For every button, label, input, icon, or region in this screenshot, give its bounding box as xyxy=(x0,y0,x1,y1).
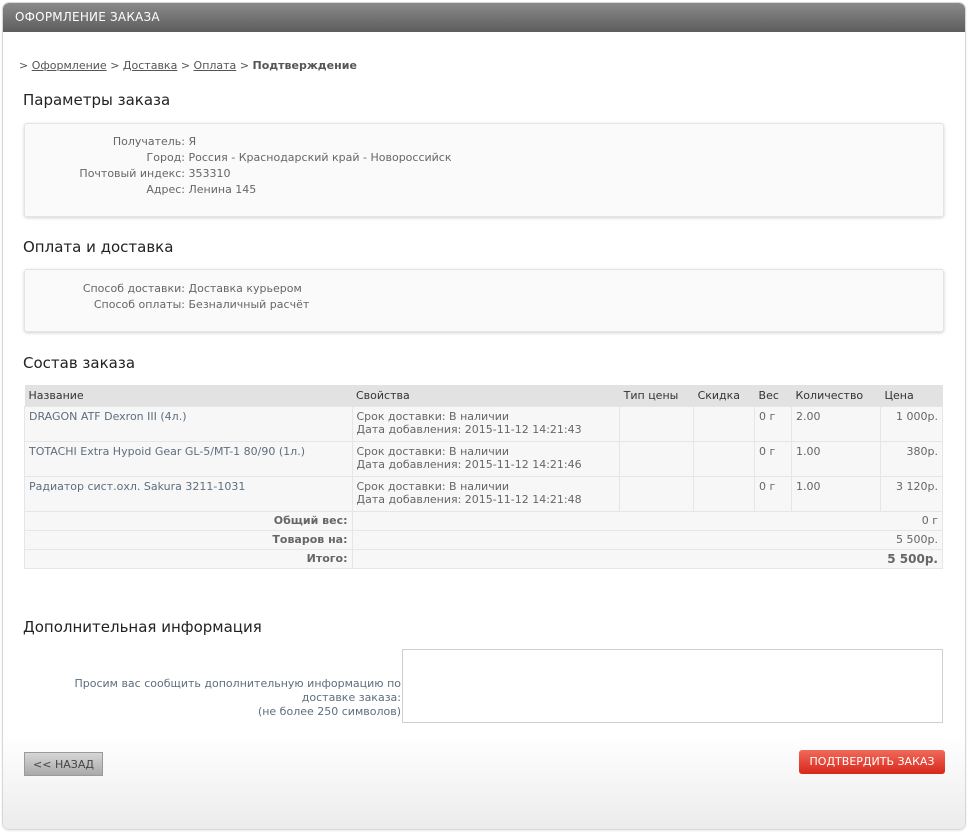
item-weight: 0 г xyxy=(754,441,792,477)
item-quantity: 1.00 xyxy=(791,441,881,477)
param-label: Город: xyxy=(146,151,185,164)
param-label: Почтовый индекс: xyxy=(79,167,185,180)
col-header-price-type: Тип цены xyxy=(619,385,694,407)
item-quantity: 1.00 xyxy=(791,476,881,512)
param-row-recipient: Получатель: Я xyxy=(25,135,196,148)
extra-info-textarea[interactable] xyxy=(402,649,943,723)
summary-row-total: Итого: 5 500р. xyxy=(24,549,943,569)
item-price-type xyxy=(619,406,695,442)
item-price-type xyxy=(619,476,695,512)
bottom-gradient xyxy=(3,734,965,829)
item-quantity: 2.00 xyxy=(791,406,881,442)
panel-header: ОФОРМЛЕНИЕ ЗАКАЗА xyxy=(3,3,965,32)
extra-info-label: Просим вас сообщить дополнительную инфор… xyxy=(21,677,401,719)
breadcrumb-step-payment[interactable]: Оплата xyxy=(194,59,237,72)
item-name: DRAGON ATF Dexron III (4л.) xyxy=(24,406,353,442)
item-delivery-term: Срок доставки: В наличии xyxy=(356,480,510,493)
summary-label: Итого: xyxy=(24,549,353,569)
item-price: 3 120р. xyxy=(879,476,944,512)
payment-value: Доставка курьером xyxy=(188,282,302,295)
section-title-payment: Оплата и доставка xyxy=(23,238,174,256)
item-name: TOTACHI Extra Hypoid Gear GL-5/MT-1 80/9… xyxy=(24,441,353,477)
extra-info-label-line1: Просим вас сообщить дополнительную инфор… xyxy=(74,677,401,704)
item-discount xyxy=(693,476,756,512)
item-delivery-term: Срок доставки: В наличии xyxy=(356,445,510,458)
param-row-city: Город: Россия - Краснодарский край - Нов… xyxy=(25,151,452,164)
payment-label: Способ оплаты: xyxy=(93,298,185,311)
summary-label: Общий вес: xyxy=(24,511,353,531)
params-box: Получатель: Я Город: Россия - Краснодарс… xyxy=(24,123,944,217)
item-properties: Срок доставки: В наличии Дата добавления… xyxy=(351,441,621,477)
breadcrumb-separator: > xyxy=(180,59,191,72)
item-date-added: Дата добавления: 2015-11-12 14:21:46 xyxy=(356,458,582,471)
checkout-panel: ОФОРМЛЕНИЕ ЗАКАЗА > Оформление > Доставк… xyxy=(2,2,966,830)
item-price-type xyxy=(619,441,695,477)
table-row: Радиатор сист.охл. Sakura 3211-1031 Срок… xyxy=(24,476,944,512)
col-header-weight: Вес xyxy=(754,385,792,407)
summary-row-goods: Товаров на: 5 500р. xyxy=(24,530,943,550)
back-button[interactable]: << НАЗАД xyxy=(24,752,103,776)
item-price: 380р. xyxy=(879,441,944,477)
table-header-row: Название Свойства Тип цены Скидка Вес Ко… xyxy=(24,385,943,407)
col-header-name: Название xyxy=(24,385,352,407)
col-header-properties: Свойства xyxy=(352,385,620,407)
breadcrumb-step-delivery[interactable]: Доставка xyxy=(123,59,177,72)
col-header-discount: Скидка xyxy=(693,385,755,407)
section-title-order: Состав заказа xyxy=(23,354,136,372)
section-title-extra: Дополнительная информация xyxy=(23,618,262,636)
panel-title: ОФОРМЛЕНИЕ ЗАКАЗА xyxy=(15,10,160,24)
payment-row-delivery: Способ доставки: Доставка курьером xyxy=(25,282,302,295)
item-name: Радиатор сист.охл. Sakura 3211-1031 xyxy=(24,476,353,512)
payment-row-method: Способ оплаты: Безналичный расчёт xyxy=(25,298,309,311)
payment-label: Способ доставки: xyxy=(82,282,185,295)
param-value: Ленина 145 xyxy=(188,183,257,196)
param-value: Я xyxy=(188,135,197,148)
summary-value: 0 г xyxy=(351,511,943,531)
summary-row-weight: Общий вес: 0 г xyxy=(24,511,943,531)
param-row-postcode: Почтовый индекс: 353310 xyxy=(25,167,231,180)
summary-label: Товаров на: xyxy=(24,530,353,550)
item-weight: 0 г xyxy=(754,476,792,512)
item-price: 1 000р. xyxy=(879,406,944,442)
breadcrumb-separator: > xyxy=(110,59,120,72)
col-header-quantity: Количество xyxy=(791,385,881,407)
param-label: Адрес: xyxy=(146,183,185,196)
summary-total-value: 5 500р. xyxy=(351,549,943,569)
order-table: Название Свойства Тип цены Скидка Вес Ко… xyxy=(24,385,944,569)
param-row-address: Адрес: Ленина 145 xyxy=(25,183,256,196)
item-weight: 0 г xyxy=(754,406,792,442)
payment-box: Способ доставки: Доставка курьером Спосо… xyxy=(24,269,944,332)
summary-value: 5 500р. xyxy=(351,530,943,550)
breadcrumb-current: Подтверждение xyxy=(252,59,357,72)
param-label: Получатель: xyxy=(112,135,185,148)
item-delivery-term: Срок доставки: В наличии xyxy=(356,410,510,423)
item-discount xyxy=(693,441,756,477)
table-row: TOTACHI Extra Hypoid Gear GL-5/MT-1 80/9… xyxy=(24,441,944,477)
item-discount xyxy=(693,406,756,442)
breadcrumb-separator: > xyxy=(239,59,250,72)
confirm-order-button[interactable]: ПОДТВЕРДИТЬ ЗАКАЗ xyxy=(799,750,945,774)
item-date-added: Дата добавления: 2015-11-12 14:21:43 xyxy=(356,423,582,436)
param-value: Россия - Краснодарский край - Новороссий… xyxy=(188,151,452,164)
param-value: 353310 xyxy=(188,167,231,180)
section-title-params: Параметры заказа xyxy=(23,91,171,109)
item-properties: Срок доставки: В наличии Дата добавления… xyxy=(351,476,621,512)
item-properties: Срок доставки: В наличии Дата добавления… xyxy=(351,406,621,442)
item-date-added: Дата добавления: 2015-11-12 14:21:48 xyxy=(356,493,582,506)
breadcrumb: > Оформление > Доставка > Оплата > Подтв… xyxy=(19,59,357,72)
col-header-price: Цена xyxy=(880,385,943,407)
breadcrumb-prefix: > xyxy=(19,59,29,72)
table-row: DRAGON ATF Dexron III (4л.) Срок доставк… xyxy=(24,406,944,442)
breadcrumb-step-checkout[interactable]: Оформление xyxy=(32,59,107,72)
extra-info-label-line2: (не более 250 символов) xyxy=(257,705,401,718)
payment-value: Безналичный расчёт xyxy=(188,298,310,311)
